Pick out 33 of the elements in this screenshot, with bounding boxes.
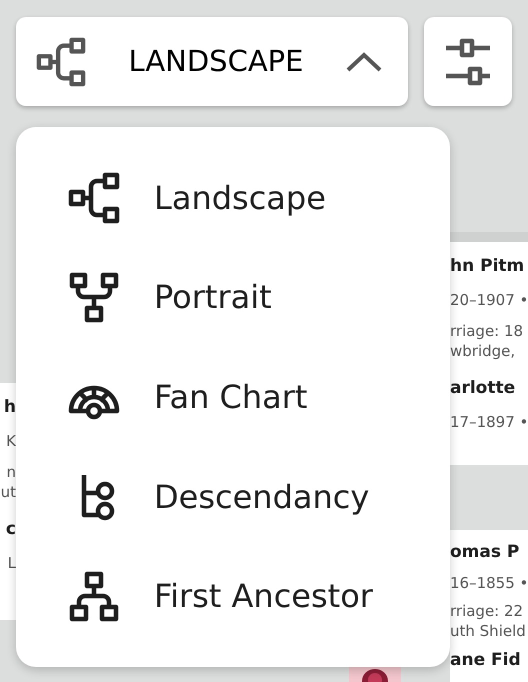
- menu-item[interactable]: Fan Chart: [16, 347, 450, 447]
- person-detail: n: [6, 462, 16, 483]
- hierarchy-icon: [68, 570, 120, 622]
- person-name: h: [4, 396, 16, 419]
- person-detail: 20–1907 •: [450, 290, 528, 310]
- menu-item[interactable]: Portrait: [16, 248, 450, 348]
- menu-item[interactable]: Landscape: [16, 148, 450, 248]
- person-card[interactable]: hn Pitm 20–1907 • rriage: 18 wbridge, arlotte 17–1897 •: [450, 242, 528, 465]
- person-detail: 16–1855 •: [450, 572, 528, 594]
- person-detail: rriage: 22: [450, 601, 524, 622]
- tree-chart-icon: [68, 172, 120, 224]
- person-name: c: [6, 518, 16, 541]
- person-detail: ut: [0, 482, 16, 502]
- person-name: ane Fid: [450, 649, 521, 672]
- caret-icon: [346, 52, 382, 72]
- person-detail: wbridge,: [450, 340, 516, 362]
- view-label: LANDSCAPE: [128, 42, 304, 80]
- person-detail: K: [6, 430, 16, 452]
- menu-item[interactable]: Descendancy: [16, 446, 450, 546]
- menu-item[interactable]: First Ancestor: [16, 546, 450, 646]
- person-card[interactable]: omas P 16–1855 • rriage: 22 uth Shield ane Fid: [450, 530, 528, 682]
- person-name: arlotte: [450, 377, 516, 400]
- person-card[interactable]: h K n ut c L: [0, 383, 16, 620]
- view-select-button[interactable]: LANDSCAPE: [16, 17, 408, 106]
- person-detail: rriage: 18: [450, 321, 524, 342]
- tree-chart-icon: [68, 271, 120, 324]
- person-detail: 17–1897 •: [450, 412, 528, 432]
- tree-chart-icon: [36, 36, 86, 86]
- person-detail: L: [8, 552, 16, 574]
- person-name: hn Pitm: [450, 255, 524, 278]
- person-name: omas P: [450, 541, 520, 564]
- settings-button[interactable]: [424, 17, 512, 106]
- person-detail: uth Shield: [450, 620, 526, 642]
